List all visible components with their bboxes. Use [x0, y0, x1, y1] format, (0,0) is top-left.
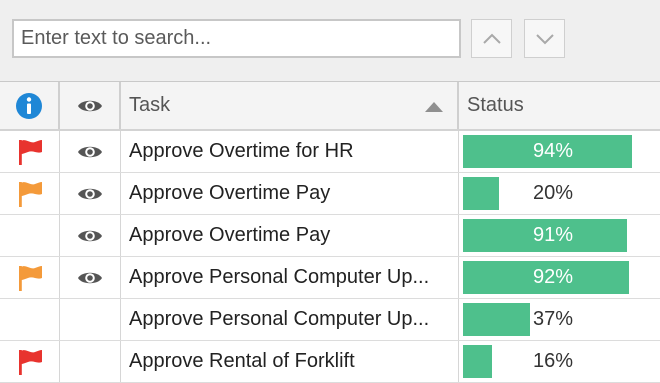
task-cell[interactable]: Approve Rental of Forklift: [121, 341, 459, 382]
status-progress-bar: 94%: [463, 135, 643, 168]
orange-flag-icon: [18, 265, 42, 291]
watch-cell[interactable]: [60, 173, 121, 214]
status-progress-bar: 37%: [463, 303, 643, 336]
priority-column-header[interactable]: [0, 82, 60, 129]
task-name: Approve Overtime Pay: [129, 182, 331, 204]
status-progress-bar: 92%: [463, 261, 643, 294]
priority-cell[interactable]: [0, 215, 60, 256]
watch-cell[interactable]: [60, 341, 121, 382]
table-row[interactable]: Approve Overtime Pay 91%: [0, 215, 660, 257]
orange-flag-icon: [18, 181, 42, 207]
priority-cell[interactable]: [0, 299, 60, 340]
status-cell[interactable]: 91%: [459, 215, 660, 256]
eye-icon: [77, 100, 102, 111]
task-name: Approve Overtime Pay: [129, 224, 331, 246]
search-panel: [0, 0, 660, 81]
eye-icon: [78, 272, 102, 283]
table-row[interactable]: Approve Overtime for HR 94%: [0, 131, 660, 173]
priority-cell[interactable]: [0, 131, 60, 172]
grid-header: Task Status: [0, 82, 660, 131]
task-cell[interactable]: Approve Personal Computer Up...: [121, 299, 459, 340]
table-row[interactable]: Approve Rental of Forklift 16%: [0, 341, 660, 383]
table-row[interactable]: Approve Personal Computer Up... 37%: [0, 299, 660, 341]
chevron-down-icon: [535, 33, 554, 44]
status-percent: 91%: [532, 224, 574, 246]
status-cell[interactable]: 37%: [459, 299, 660, 340]
status-header-label: Status: [467, 94, 524, 116]
eye-icon: [78, 230, 102, 241]
watch-column-header[interactable]: [60, 82, 121, 129]
next-match-button[interactable]: [524, 19, 565, 58]
watch-cell[interactable]: [60, 299, 121, 340]
status-progress-bar: 20%: [463, 177, 643, 210]
eye-icon: [78, 146, 102, 157]
sort-ascending-icon: [425, 102, 443, 112]
task-cell[interactable]: Approve Overtime for HR: [121, 131, 459, 172]
grid-body: Approve Overtime for HR 94% Approve Overti…: [0, 131, 660, 383]
status-percent: 20%: [532, 182, 574, 204]
red-flag-icon: [18, 349, 42, 375]
status-progress-bar: 91%: [463, 219, 643, 252]
previous-match-button[interactable]: [471, 19, 512, 58]
task-name: Approve Overtime for HR: [129, 140, 354, 162]
priority-cell[interactable]: [0, 257, 60, 298]
task-name: Approve Personal Computer Up...: [129, 266, 430, 288]
task-name: Approve Rental of Forklift: [129, 350, 355, 372]
info-icon: [16, 92, 42, 119]
task-header-label: Task: [129, 94, 171, 116]
status-cell[interactable]: 16%: [459, 341, 660, 382]
task-cell[interactable]: Approve Personal Computer Up...: [121, 257, 459, 298]
status-percent: 16%: [532, 350, 574, 372]
task-cell[interactable]: Approve Overtime Pay: [121, 173, 459, 214]
table-row[interactable]: Approve Overtime Pay 20%: [0, 173, 660, 215]
task-cell[interactable]: Approve Overtime Pay: [121, 215, 459, 256]
status-percent: 94%: [532, 140, 574, 162]
priority-cell[interactable]: [0, 341, 60, 382]
task-name: Approve Personal Computer Up...: [129, 308, 430, 330]
priority-cell[interactable]: [0, 173, 60, 214]
status-cell[interactable]: 94%: [459, 131, 660, 172]
table-row[interactable]: Approve Personal Computer Up... 92%: [0, 257, 660, 299]
status-cell[interactable]: 20%: [459, 173, 660, 214]
watch-cell[interactable]: [60, 257, 121, 298]
chevron-up-icon: [482, 33, 501, 44]
watch-cell[interactable]: [60, 131, 121, 172]
eye-icon: [78, 188, 102, 199]
task-grid: Task Status Approve Overtime for HR 94% Ap…: [0, 81, 660, 383]
status-column-header[interactable]: Status: [459, 82, 660, 129]
red-flag-icon: [18, 139, 42, 165]
search-input[interactable]: [12, 19, 461, 58]
status-cell[interactable]: 92%: [459, 257, 660, 298]
status-progress-bar: 16%: [463, 345, 643, 378]
status-percent: 37%: [532, 308, 574, 330]
watch-cell[interactable]: [60, 215, 121, 256]
status-percent: 92%: [532, 266, 574, 288]
task-column-header[interactable]: Task: [121, 82, 459, 129]
